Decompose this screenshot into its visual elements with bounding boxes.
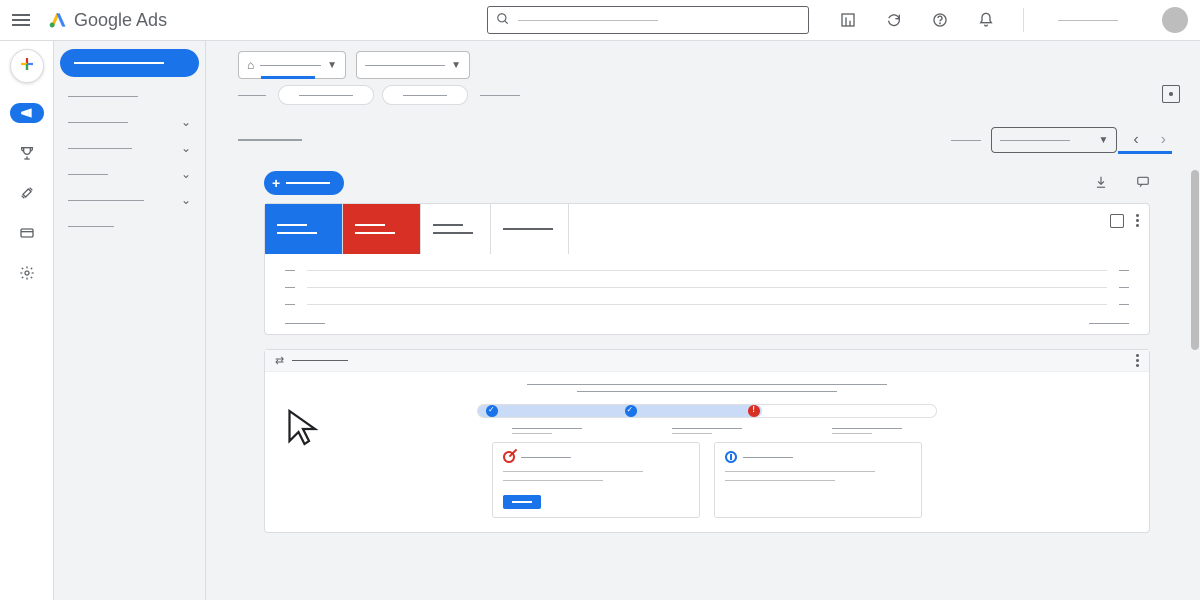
date-next-button: › bbox=[1155, 131, 1172, 149]
sidenav-item-overview[interactable] bbox=[60, 49, 199, 77]
sidenav-item-recommendations[interactable] bbox=[54, 83, 205, 109]
create-button[interactable] bbox=[10, 49, 44, 83]
recommendation-card-2[interactable] bbox=[714, 442, 922, 518]
no-entry-icon bbox=[503, 451, 515, 463]
refresh-icon[interactable] bbox=[885, 11, 903, 29]
adgroup-selector[interactable]: ▼ bbox=[356, 51, 470, 79]
sidenav-item-ads[interactable]: ⌄ bbox=[54, 161, 205, 187]
progress-col-3 bbox=[832, 428, 902, 434]
scrollbar-thumb[interactable] bbox=[1191, 170, 1199, 350]
rail-campaigns[interactable] bbox=[10, 103, 44, 123]
caret-down-icon: ▼ bbox=[327, 60, 337, 71]
rail-recommendations[interactable] bbox=[17, 143, 37, 163]
sidenav-item-adgroups[interactable]: ⌄ bbox=[54, 135, 205, 161]
campaign-selector[interactable]: ⌂ ▼ bbox=[238, 51, 346, 79]
section-title bbox=[238, 139, 302, 141]
stat-cost[interactable] bbox=[491, 204, 569, 254]
shuffle-icon: ⇄ bbox=[275, 354, 284, 367]
more-menu-icon[interactable] bbox=[1136, 214, 1139, 228]
filter-label bbox=[238, 95, 266, 96]
progress-step-1 bbox=[486, 405, 498, 417]
stat-impressions[interactable] bbox=[343, 204, 421, 254]
hamburger-menu[interactable] bbox=[12, 14, 30, 26]
logo-icon bbox=[48, 10, 68, 30]
date-prev-button[interactable]: ‹ bbox=[1127, 131, 1144, 149]
separator bbox=[1023, 8, 1024, 32]
feedback-icon[interactable] bbox=[1136, 175, 1150, 192]
rail-billing[interactable] bbox=[17, 223, 37, 243]
chevron-down-icon: ⌄ bbox=[181, 115, 191, 129]
notifications-icon[interactable] bbox=[977, 11, 995, 29]
search-input[interactable] bbox=[487, 6, 809, 34]
reports-icon[interactable] bbox=[839, 11, 857, 29]
cursor-illustration bbox=[285, 408, 321, 455]
brand-text: Google Ads bbox=[74, 10, 167, 31]
stat-clicks[interactable] bbox=[265, 204, 343, 254]
download-icon[interactable] bbox=[1094, 175, 1108, 192]
new-campaign-button[interactable]: + bbox=[264, 171, 344, 195]
chevron-down-icon: ⌄ bbox=[181, 141, 191, 155]
chart bbox=[265, 254, 1149, 334]
add-filter[interactable] bbox=[480, 95, 520, 96]
save-icon[interactable] bbox=[1162, 85, 1180, 103]
card2-title bbox=[292, 360, 348, 361]
sidenav-item-keywords[interactable]: ⌄ bbox=[54, 187, 205, 213]
progress-col-2 bbox=[672, 428, 742, 434]
metrics-card bbox=[264, 203, 1150, 335]
avatar[interactable] bbox=[1162, 7, 1188, 33]
chevron-down-icon: ⌄ bbox=[181, 167, 191, 181]
plus-icon bbox=[18, 53, 36, 79]
optimization-card: ⇄ bbox=[264, 349, 1150, 533]
caret-down-icon: ▼ bbox=[1098, 135, 1108, 146]
help-icon[interactable] bbox=[931, 11, 949, 29]
rail-tools[interactable] bbox=[17, 183, 37, 203]
search-icon bbox=[496, 12, 510, 29]
filter-chip-adgroup[interactable] bbox=[382, 85, 468, 105]
sidenav-item-campaigns[interactable]: ⌄ bbox=[54, 109, 205, 135]
caret-down-icon: ▼ bbox=[451, 60, 461, 71]
progress-col-1 bbox=[512, 428, 582, 434]
view-button[interactable] bbox=[503, 495, 541, 509]
progress-step-2 bbox=[625, 405, 637, 417]
chevron-down-icon: ⌄ bbox=[181, 193, 191, 207]
expand-icon[interactable] bbox=[1110, 214, 1124, 228]
filter-chip-status[interactable] bbox=[278, 85, 374, 105]
search-placeholder bbox=[518, 20, 658, 21]
sidenav-item-audiences[interactable] bbox=[54, 213, 205, 239]
progress-step-3 bbox=[748, 405, 760, 417]
chart-icon bbox=[725, 451, 737, 463]
brand-logo[interactable]: Google Ads bbox=[48, 10, 167, 31]
date-range-selector[interactable]: ▼ bbox=[991, 127, 1117, 153]
progress-bar bbox=[477, 404, 937, 418]
rail-settings[interactable] bbox=[17, 263, 37, 283]
recommendation-card-1[interactable] bbox=[492, 442, 700, 518]
home-icon: ⌂ bbox=[247, 58, 254, 72]
side-navigation: ⌄ ⌄ ⌄ ⌄ bbox=[54, 41, 206, 600]
headline-2 bbox=[577, 391, 837, 392]
active-tab-indicator bbox=[1118, 151, 1172, 154]
plus-icon: + bbox=[272, 175, 280, 191]
account-label bbox=[1058, 20, 1118, 21]
more-menu-icon[interactable] bbox=[1136, 354, 1139, 367]
date-label bbox=[951, 140, 981, 141]
stat-cpc[interactable] bbox=[421, 204, 491, 254]
headline-1 bbox=[527, 384, 887, 385]
